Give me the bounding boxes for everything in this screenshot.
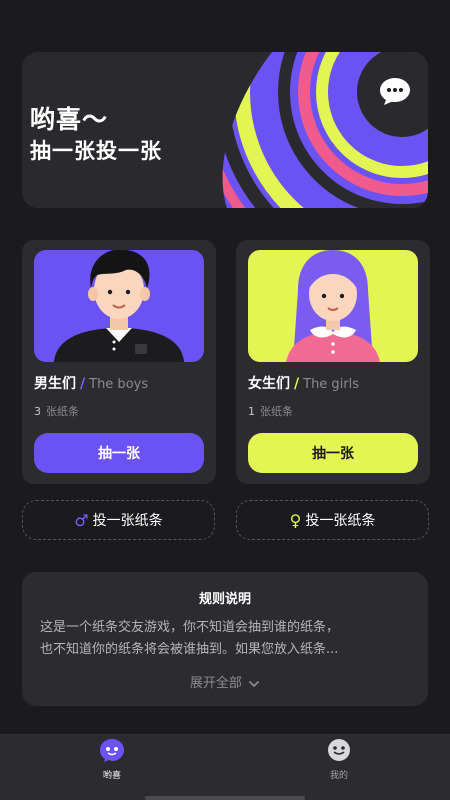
rules-line-1: 这是一个纸条交友游戏，你不知道会抽到谁的纸条， [40,620,340,635]
rules-title: 规则说明 [198,592,251,607]
rules-line-2: 也不知道你的纸条将会被谁抽到。如果您放入纸条... [40,642,339,657]
girls-count-row: 1 张纸条 [248,403,293,419]
girls-name-en: The girls [303,377,360,392]
female-symbol-icon: ♀ [289,510,302,530]
boys-count-row: 3 张纸条 [34,403,79,419]
rules-panel: 规则说明 这是一个纸条交友游戏，你不知道会抽到谁的纸条， 也不知道你的纸条将会被… [22,572,428,706]
drop-male-label: 投一张纸条 [92,513,163,529]
girls-name: 女生们 [248,376,290,392]
expand-label: 展开全部 [189,676,242,691]
girls-card: 女生们 / The girls 1 张纸条 抽一张 [236,240,430,484]
girl-avatar [248,250,418,362]
boy-avatar [34,250,204,362]
smiley-face-icon [328,739,350,761]
draw-boy-button[interactable]: 抽一张 [34,433,204,473]
boys-name: 男生们 [34,376,76,392]
bottom-tab-bar: 哟喜 我的 [0,734,450,800]
boys-count-unit: 张纸条 [46,405,79,418]
smiley-bubble-icon [100,739,124,762]
home-indicator [145,796,305,800]
tab-home-label: 哟喜 [102,771,121,781]
rules-text: 这是一个纸条交友游戏，你不知道会抽到谁的纸条， 也不知道你的纸条将会被谁抽到。如… [40,617,412,661]
draw-girl-button[interactable]: 抽一张 [248,433,418,473]
boys-name-en: The boys [89,377,149,392]
girls-name-row: 女生们 / The girls [248,373,359,393]
boys-name-row: 男生们 / The boys [34,373,148,393]
boys-card: 男生们 / The boys 3 张纸条 抽一张 [22,240,216,484]
tab-home[interactable]: 哟喜 [82,738,142,788]
drop-male-note-button[interactable]: ♂ 投一张纸条 [22,500,215,540]
girls-slash: / [294,376,300,392]
banner-title: 哟喜～ [30,105,109,134]
boys-slash: / [80,376,86,392]
drop-female-label: 投一张纸条 [305,513,376,529]
banner-subtitle: 抽一张投一张 [30,139,162,163]
drop-female-note-button[interactable]: ♀ 投一张纸条 [236,500,429,540]
girls-count-unit: 张纸条 [260,405,293,418]
chevron-down-icon [249,680,259,687]
boys-count: 3 [34,405,41,418]
male-symbol-icon: ♂ [74,510,89,530]
chat-bubble-icon [380,78,410,105]
tab-mine-label: 我的 [329,771,348,781]
tab-mine[interactable]: 我的 [309,738,369,788]
expand-all-button[interactable]: 展开全部 [22,672,428,691]
girls-count: 1 [248,405,255,418]
